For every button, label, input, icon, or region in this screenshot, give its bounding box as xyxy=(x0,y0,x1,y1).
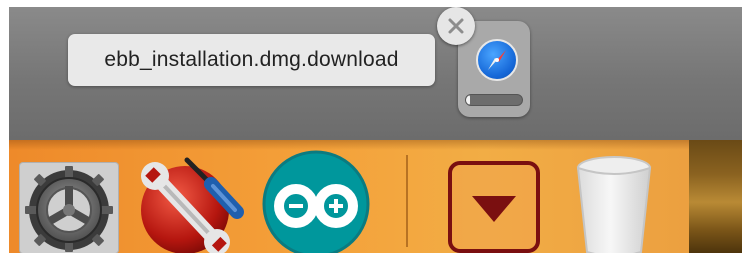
download-progress-fill xyxy=(466,95,471,105)
download-filename-tooltip: ebb_installation.dmg.download xyxy=(68,34,435,86)
download-progress-bar xyxy=(465,94,523,106)
screen: ebb_installation.dmg.download xyxy=(9,7,742,253)
cancel-download-button[interactable] xyxy=(437,7,475,45)
dock-item-trash[interactable] xyxy=(569,152,659,253)
trash-icon xyxy=(576,156,652,253)
wrench-screwdriver-icon xyxy=(141,157,244,253)
dock-item-arduino[interactable] xyxy=(261,148,371,253)
desktop-wallpaper xyxy=(689,140,742,253)
dock-item-system-preferences[interactable] xyxy=(19,162,119,253)
gear-icon xyxy=(25,166,113,252)
dock-item-downloads[interactable] xyxy=(447,160,541,253)
arduino-icon xyxy=(262,150,370,253)
down-arrow-icon xyxy=(448,161,540,253)
close-icon xyxy=(448,18,464,34)
download-filename: ebb_installation.dmg.download xyxy=(104,48,399,71)
dock-item-utility[interactable] xyxy=(129,148,249,253)
safari-icon xyxy=(476,39,518,81)
dock-separator xyxy=(406,155,408,247)
